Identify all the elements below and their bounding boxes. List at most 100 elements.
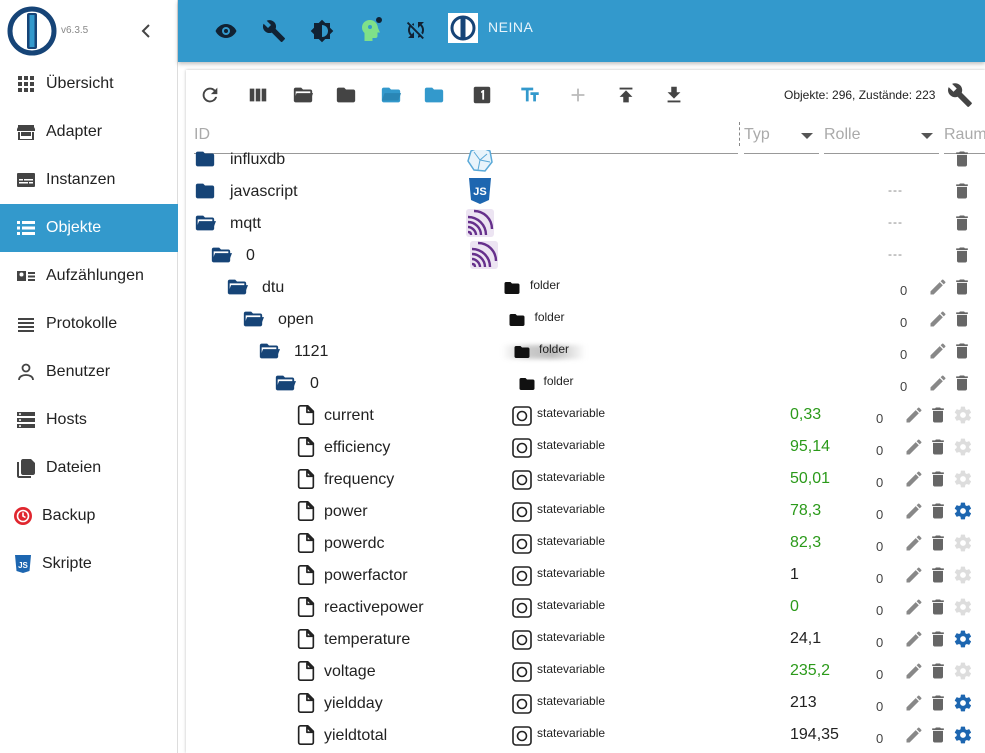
delete-icon[interactable] (952, 181, 972, 201)
custom-settings-gear-icon[interactable] (953, 565, 973, 585)
tree-row-yieldday[interactable]: yieldday statevariable 213 0 (186, 687, 985, 719)
sidebar-item-adapter[interactable]: Adapter (0, 108, 178, 156)
expand-one-level-icon[interactable] (380, 84, 402, 106)
tree-row-dtu[interactable]: dtu folder 0 (186, 271, 985, 303)
tree-row-open[interactable]: open folder 0 (186, 303, 985, 335)
delete-icon[interactable] (928, 533, 948, 553)
state-value[interactable]: 1 (790, 566, 799, 584)
collapse-one-level-icon[interactable] (423, 84, 445, 106)
custom-settings-gear-icon[interactable] (953, 469, 973, 489)
edit-icon[interactable] (904, 533, 924, 553)
delete-icon[interactable] (952, 309, 972, 329)
sidebar-item-protokolle[interactable]: Protokolle (0, 300, 178, 348)
tree-row-mqtt[interactable]: mqtt --- (186, 207, 985, 239)
upload-icon[interactable] (615, 84, 637, 106)
state-value[interactable]: 235,2 (790, 662, 830, 680)
folder-open-icon[interactable] (225, 276, 249, 298)
custom-settings-gear-icon[interactable] (953, 661, 973, 681)
state-value[interactable]: 0,33 (790, 406, 821, 424)
delete-icon[interactable] (928, 469, 948, 489)
sync-disabled-icon[interactable] (404, 19, 428, 43)
file-icon[interactable] (294, 564, 318, 586)
id-filter-input[interactable] (194, 122, 738, 144)
expand-all-folder-icon[interactable] (292, 84, 314, 106)
delete-icon[interactable] (928, 693, 948, 713)
delete-icon[interactable] (952, 373, 972, 393)
tree-row-power[interactable]: power statevariable 78,3 0 (186, 495, 985, 527)
settings-wrench-icon[interactable] (947, 82, 973, 108)
delete-icon[interactable] (928, 629, 948, 649)
state-value[interactable]: 194,35 (790, 726, 839, 744)
file-icon[interactable] (294, 724, 318, 746)
tree-row-temperature[interactable]: temperature statevariable 24,1 0 (186, 623, 985, 655)
filter-level-one-icon[interactable] (471, 84, 493, 106)
wrench-icon[interactable] (262, 19, 286, 43)
edit-icon[interactable] (928, 309, 948, 329)
sidebar-item-skripte[interactable]: JS Skripte (0, 540, 178, 588)
sidebar-item-aufzählungen[interactable]: Aufzählungen (0, 252, 178, 300)
column-resize-handle[interactable] (739, 122, 740, 146)
state-value[interactable]: 24,1 (790, 630, 821, 648)
edit-icon[interactable] (904, 405, 924, 425)
delete-icon[interactable] (928, 725, 948, 745)
add-object-icon[interactable] (567, 84, 589, 106)
delete-icon[interactable] (928, 597, 948, 617)
edit-icon[interactable] (904, 597, 924, 617)
eye-icon[interactable] (214, 19, 238, 43)
delete-icon[interactable] (952, 277, 972, 297)
edit-icon[interactable] (904, 693, 924, 713)
folder-open-icon[interactable] (209, 244, 233, 266)
state-value[interactable]: 0 (790, 598, 799, 616)
delete-icon[interactable] (928, 437, 948, 457)
custom-settings-gear-icon[interactable] (953, 597, 973, 617)
text-format-icon[interactable] (519, 84, 541, 106)
room-filter-input[interactable] (944, 122, 985, 144)
tree-row-current[interactable]: current statevariable 0,33 0 (186, 399, 985, 431)
sidebar-item-benutzer[interactable]: Benutzer (0, 348, 178, 396)
tree-row-javascript[interactable]: javascript JS --- (186, 175, 985, 207)
delete-icon[interactable] (928, 565, 948, 585)
sidebar-item-übersicht[interactable]: Übersicht (0, 60, 178, 108)
edit-icon[interactable] (904, 469, 924, 489)
file-icon[interactable] (294, 532, 318, 554)
delete-icon[interactable] (928, 661, 948, 681)
custom-settings-gear-icon[interactable] (953, 693, 973, 713)
tree-row-voltage[interactable]: voltage statevariable 235,2 0 (186, 655, 985, 687)
folder-icon[interactable] (193, 180, 217, 202)
tree-row-0[interactable]: 0 folder 0 (186, 367, 985, 399)
file-icon[interactable] (294, 404, 318, 426)
sidebar-item-objekte[interactable]: Objekte (0, 204, 178, 252)
delete-icon[interactable] (952, 150, 972, 169)
edit-icon[interactable] (904, 725, 924, 745)
collapse-all-folder-icon[interactable] (335, 84, 357, 106)
file-icon[interactable] (294, 596, 318, 618)
custom-settings-gear-icon[interactable] (953, 725, 973, 745)
state-value[interactable]: 78,3 (790, 502, 821, 520)
delete-icon[interactable] (952, 245, 972, 265)
tree-row-powerfactor[interactable]: powerfactor statevariable 1 0 (186, 559, 985, 591)
collapse-sidebar-icon[interactable] (136, 20, 156, 42)
custom-settings-gear-icon[interactable] (953, 437, 973, 457)
edit-icon[interactable] (928, 277, 948, 297)
columns-icon[interactable] (247, 84, 269, 106)
custom-settings-gear-icon[interactable] (953, 533, 973, 553)
file-icon[interactable] (294, 660, 318, 682)
file-icon[interactable] (294, 436, 318, 458)
tree-row-frequency[interactable]: frequency statevariable 50,01 0 (186, 463, 985, 495)
edit-icon[interactable] (904, 437, 924, 457)
edit-icon[interactable] (928, 341, 948, 361)
tree-row-0[interactable]: 0 --- (186, 239, 985, 271)
brightness-icon[interactable] (310, 19, 334, 43)
custom-settings-gear-icon[interactable] (953, 629, 973, 649)
folder-icon[interactable] (193, 150, 217, 170)
tree-row-yieldtotal[interactable]: yieldtotal statevariable 194,35 0 (186, 719, 985, 751)
tree-row-powerdc[interactable]: powerdc statevariable 82,3 0 (186, 527, 985, 559)
folder-open-icon[interactable] (257, 340, 281, 362)
tree-row-reactivepower[interactable]: reactivepower statevariable 0 0 (186, 591, 985, 623)
delete-icon[interactable] (928, 405, 948, 425)
tree-row-influxdb[interactable]: influxdb (186, 150, 985, 175)
tree-row-1121[interactable]: 1121 folder 0 (186, 335, 985, 367)
edit-icon[interactable] (928, 373, 948, 393)
expert-mode-icon[interactable] (358, 16, 386, 44)
refresh-icon[interactable] (199, 84, 221, 106)
